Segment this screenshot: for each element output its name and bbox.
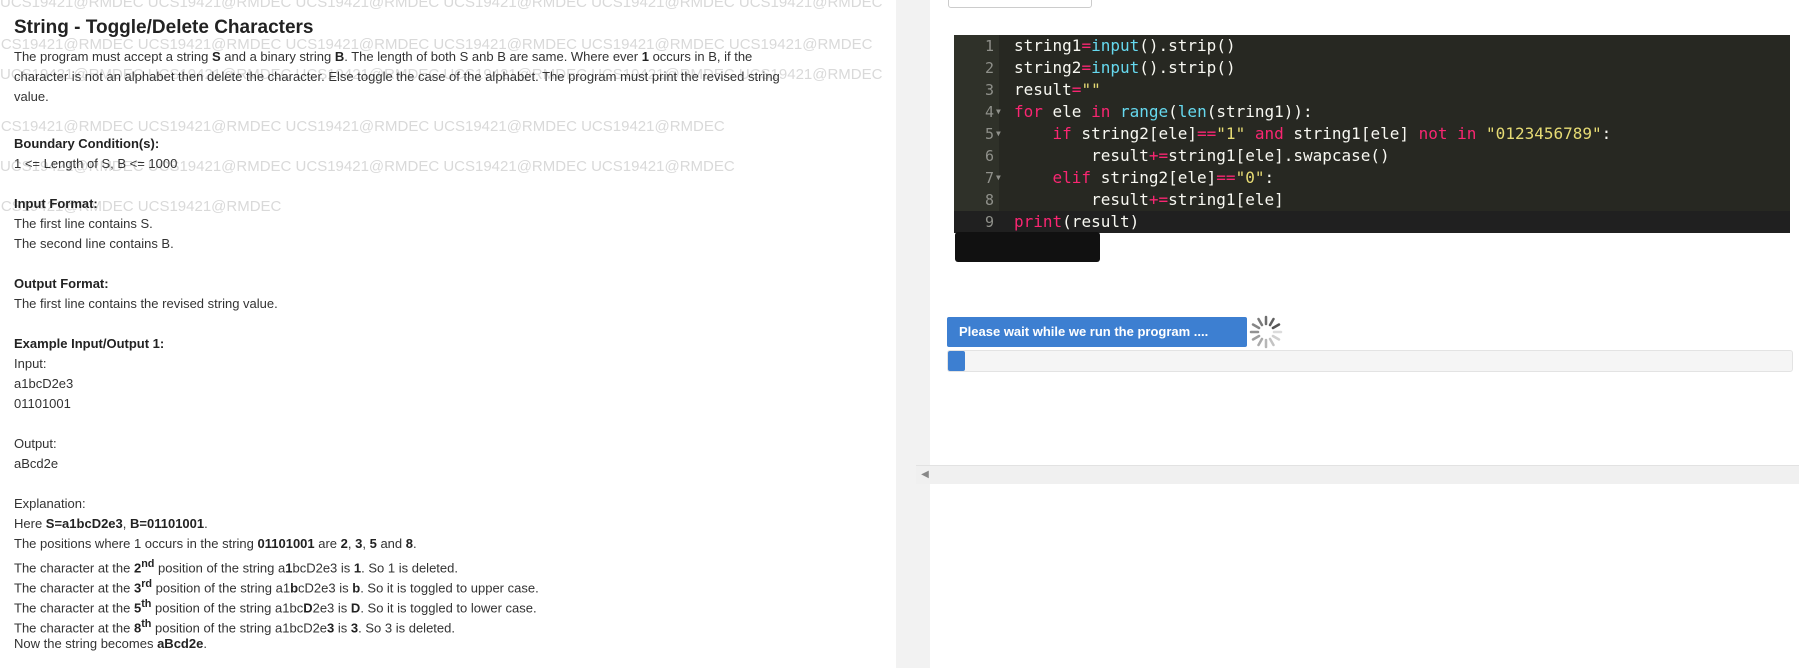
problem-description: The program must accept a string S and a… — [14, 49, 780, 104]
code-editor[interactable]: 1 string1=input().strip() 2 string2=inpu… — [954, 35, 1790, 233]
code-line-active: 9 print(result) — [954, 211, 1790, 233]
example-heading: Example Input/Output 1: — [14, 336, 165, 351]
code-line: 4 ▼ for ele in range(len(string1)): — [984, 101, 1313, 123]
boundary-text: 1 <= Length of S, B <= 1000 — [14, 156, 178, 171]
problem-panel: UCS19421@RMDEC UCS19421@RMDEC UCS19421@R… — [0, 0, 896, 668]
fold-arrow-icon[interactable]: ▼ — [996, 101, 1001, 123]
watermark-text: UCS19421@RMDEC UCS19421@RMDEC UCS19421@R… — [0, 0, 883, 11]
explanation-label: Explanation: — [14, 496, 86, 511]
progress-bar — [947, 350, 1793, 372]
example-input-label: Input: — [14, 356, 47, 371]
code-line: 5 ▼ if string2[ele]=="1" and string1[ele… — [984, 123, 1612, 145]
fold-arrow-icon[interactable]: ▼ — [996, 123, 1001, 145]
editor-panel: 1 string1=input().strip() 2 string2=inpu… — [930, 0, 1799, 668]
input-format-line1: The first line contains S. — [14, 216, 153, 231]
explanation-here: Here S=a1bcD2e3, B=01101001. — [14, 516, 208, 531]
input-format-heading: Input Format: — [14, 196, 98, 211]
input-format-line2: The second line contains B. — [14, 236, 174, 251]
top-button[interactable] — [948, 0, 1092, 8]
scroll-left-arrow-icon[interactable]: ◀ — [916, 466, 934, 484]
example-output-label: Output: — [14, 436, 57, 451]
watermark-text: UCS19421@RMDEC UCS19421@RMDEC UCS19421@R… — [0, 118, 725, 135]
code-line: 7 ▼ elif string2[ele]=="0": — [984, 167, 1275, 189]
redacted-box — [955, 232, 1100, 262]
run-status-button[interactable]: Please wait while we run the program ...… — [947, 317, 1247, 347]
progress-fill — [948, 351, 965, 371]
code-line: 8 result+=string1[ele] — [984, 190, 1284, 209]
example-output: aBcd2e — [14, 456, 59, 471]
horizontal-scrollbar[interactable]: ◀ — [916, 465, 1799, 484]
fold-arrow-icon[interactable]: ▼ — [996, 167, 1001, 189]
code-line: 1 string1=input().strip() — [984, 36, 1236, 55]
loading-spinner-icon — [1249, 315, 1283, 349]
boundary-heading: Boundary Condition(s): — [14, 136, 160, 151]
example-input-2: 01101001 — [14, 396, 71, 411]
panel-divider[interactable] — [896, 0, 930, 668]
code-line: 6 result+=string1[ele].swapcase() — [984, 146, 1390, 165]
code-line: 2 string2=input().strip() — [984, 58, 1236, 77]
problem-title: String - Toggle/Delete Characters — [14, 17, 314, 38]
explanation-final: Now the string becomes aBcd2e. — [14, 636, 207, 651]
output-format-heading: Output Format: — [14, 276, 109, 291]
example-input-1: a1bcD2e3 — [14, 376, 74, 391]
explanation-positions: The positions where 1 occurs in the stri… — [14, 536, 417, 551]
output-format-text: The first line contains the revised stri… — [14, 296, 278, 311]
code-line: 3 result="" — [984, 80, 1101, 99]
